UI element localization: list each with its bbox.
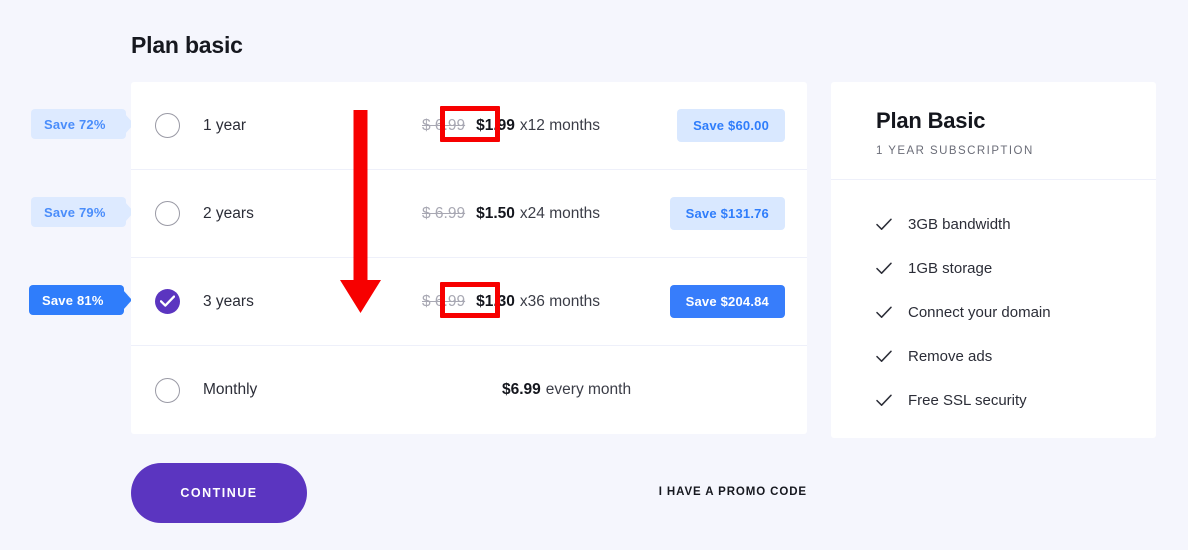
check-icon (876, 394, 898, 407)
save-amount-badge-2-years: Save $131.76 (669, 197, 785, 230)
price-discounted-monthly: $6.99 (502, 381, 541, 398)
price-original-1-year: $ 6.99 (422, 116, 466, 134)
save-amount-badge-3-years: Save $204.84 (669, 285, 785, 318)
feature-item: 3GB bandwidth (876, 202, 1111, 246)
price-discounted-1-year: $1.99 (476, 116, 515, 134)
plan-label-1-year: 1 year (203, 116, 247, 134)
radio-wrap-2-years[interactable] (131, 201, 203, 226)
plan-label-3-years: 3 years (203, 292, 254, 310)
plan-row-monthly[interactable]: Monthly $6.99 every month (131, 346, 807, 434)
price-original-3-years: $ 6.99 (422, 292, 466, 310)
feature-label: 1GB storage (908, 259, 993, 277)
price-term-3-years: x36 months (519, 292, 601, 310)
summary-subtitle: 1 YEAR SUBSCRIPTION (876, 145, 1034, 157)
plan-label-2-years: 2 years (203, 204, 254, 222)
promo-code-link[interactable]: I HAVE A PROMO CODE (659, 486, 807, 498)
feature-label: Connect your domain (908, 303, 1051, 321)
plan-label-monthly: Monthly (203, 381, 258, 398)
feature-label: 3GB bandwidth (908, 215, 1011, 233)
summary-title: Plan Basic (876, 108, 986, 133)
summary-header: Plan Basic 1 YEAR SUBSCRIPTION (831, 82, 1156, 180)
percent-tag-1-year: Save 72% (31, 109, 134, 139)
price-term-1-year: x12 months (519, 116, 601, 134)
save-amount-badge-1-year: Save $60.00 (677, 109, 785, 142)
plan-row-2-years[interactable]: 2 years $ 6.99 $1.50 x24 months Save $131.76 (131, 170, 807, 258)
feature-item: Remove ads (876, 334, 1111, 378)
feature-list: 3GB bandwidth 1GB storage Connect your dom… (831, 180, 1156, 422)
price-discounted-2-years: $1.50 (476, 204, 515, 222)
continue-button[interactable]: CONTINUE (131, 463, 307, 523)
price-original-2-years: $ 6.99 (422, 204, 466, 222)
radio-unchecked-icon[interactable] (154, 201, 180, 226)
radio-checked-icon[interactable] (154, 289, 180, 314)
percent-tag-2-years: Save 79% (31, 197, 134, 227)
feature-label: Remove ads (908, 347, 993, 365)
feature-item: 1GB storage (876, 246, 1111, 290)
page-title: Plan basic (131, 32, 243, 58)
price-term-2-years: x24 months (519, 204, 601, 222)
plan-summary-card: Plan Basic 1 YEAR SUBSCRIPTION 3GB bandw… (831, 82, 1156, 438)
price-block-1-year: $ 6.99 $1.99 x12 months (371, 117, 677, 135)
price-block-monthly: $6.99 every month (371, 381, 807, 399)
plan-options-card: 1 year $ 6.99 $1.99 x12 months Save $60.00 2 … (131, 82, 807, 434)
feature-item: Free SSL security (876, 378, 1111, 422)
plan-row-3-years[interactable]: 3 years $ 6.99 $1.30 x36 months Save $204.84 (131, 258, 807, 346)
radio-unchecked-icon[interactable] (154, 377, 180, 403)
price-block-2-years: $ 6.99 $1.50 x24 months (371, 205, 670, 223)
radio-wrap-3-years[interactable] (131, 289, 203, 314)
radio-wrap-1-year[interactable] (131, 113, 203, 138)
radio-wrap-monthly[interactable] (131, 377, 203, 403)
check-icon (876, 350, 898, 363)
price-term-monthly: every month (545, 381, 632, 398)
feature-item: Connect your domain (876, 290, 1111, 334)
radio-unchecked-icon[interactable] (154, 113, 180, 138)
percent-tag-3-years: Save 81% (29, 285, 132, 315)
check-icon (876, 262, 898, 275)
price-block-3-years: $ 6.99 $1.30 x36 months (371, 293, 670, 311)
check-icon (876, 306, 898, 319)
price-discounted-3-years: $1.30 (476, 292, 515, 310)
check-icon (876, 218, 898, 231)
plan-row-1-year[interactable]: 1 year $ 6.99 $1.99 x12 months Save $60.00 (131, 82, 807, 170)
feature-label: Free SSL security (908, 391, 1027, 409)
